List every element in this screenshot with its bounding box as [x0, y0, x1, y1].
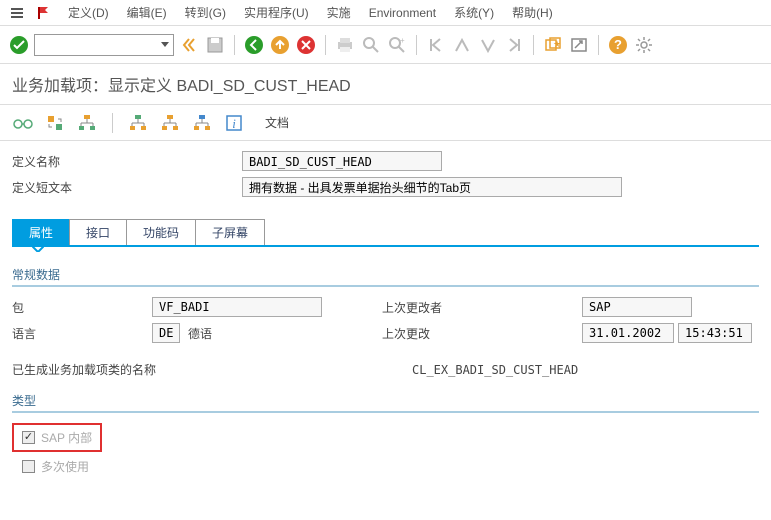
hierarchy1-icon[interactable] [76, 112, 98, 134]
tab-notch [32, 246, 44, 252]
tab-attributes[interactable]: 属性 [12, 219, 70, 245]
general-data-title: 常规数据 [12, 266, 759, 283]
changed-by-field: SAP [582, 297, 692, 317]
tab-interface[interactable]: 接口 [69, 219, 127, 245]
svg-text:+: + [400, 36, 405, 45]
multi-use-label: 多次使用 [41, 458, 89, 475]
gen-class-label: 已生成业务加载项类的名称 [12, 361, 412, 378]
tab-subscreens[interactable]: 子屏幕 [195, 219, 265, 245]
pkg-label: 包 [12, 299, 152, 316]
print-icon[interactable] [334, 34, 356, 56]
changed-by-label: 上次更改者 [382, 299, 582, 316]
def-name-label: 定义名称 [12, 153, 242, 170]
separator [416, 35, 417, 55]
secondary-toolbar: i 文档 [0, 105, 771, 141]
accept-icon[interactable] [8, 34, 30, 56]
menu-edit[interactable]: 编辑(E) [119, 2, 175, 23]
menu-utilities[interactable]: 实用程序(U) [236, 2, 317, 23]
svg-text:?: ? [614, 37, 622, 52]
save-icon[interactable] [204, 34, 226, 56]
separator [234, 35, 235, 55]
prev-page-icon[interactable] [451, 34, 473, 56]
changed-on-date-field: 31.01.2002 [582, 323, 674, 343]
sap-internal-checkbox [22, 431, 35, 444]
sap-internal-highlight: SAP 内部 [12, 423, 102, 452]
toggle-icon[interactable] [44, 112, 66, 134]
menu-goto[interactable]: 转到(G) [177, 2, 234, 23]
menu-environment[interactable]: Environment [361, 4, 444, 22]
lang-label: 语言 [12, 325, 152, 342]
group-line [12, 411, 759, 413]
separator [325, 35, 326, 55]
svg-text:i: i [232, 116, 236, 131]
cancel-icon[interactable] [295, 34, 317, 56]
changed-on-label: 上次更改 [382, 325, 582, 342]
sap-internal-label: SAP 内部 [41, 429, 92, 446]
next-page-icon[interactable] [477, 34, 499, 56]
tab-function-codes[interactable]: 功能码 [126, 219, 196, 245]
command-field[interactable] [34, 34, 174, 56]
back-double-icon[interactable] [178, 34, 200, 56]
help-icon[interactable]: ? [607, 34, 629, 56]
menu-help[interactable]: 帮助(H) [504, 2, 561, 23]
separator [112, 113, 113, 133]
hierarchy2-icon[interactable] [127, 112, 149, 134]
tab-underline [12, 245, 759, 247]
general-data-group: 常规数据 包 VF_BADI 上次更改者 SAP 语言 DE 德语 上次更改 3… [12, 266, 759, 378]
separator [598, 35, 599, 55]
flag-icon[interactable] [34, 4, 52, 22]
find-icon[interactable] [360, 34, 382, 56]
lang-code-field: DE [152, 323, 180, 343]
type-group: 类型 SAP 内部 多次使用 [12, 392, 759, 475]
separator [533, 35, 534, 55]
changed-on-time-field: 15:43:51 [678, 323, 752, 343]
info-icon[interactable]: i [223, 112, 245, 134]
gen-class-value: CL_EX_BADI_SD_CUST_HEAD [412, 363, 578, 377]
menu-define[interactable]: 定义(D) [60, 2, 117, 23]
form-area: 定义名称 BADI_SD_CUST_HEAD 定义短文本 拥有数据 - 出具发票… [0, 141, 771, 213]
new-session-icon[interactable]: ★ [542, 34, 564, 56]
menu-icon[interactable] [8, 4, 26, 22]
glasses-icon[interactable] [12, 112, 34, 134]
last-page-icon[interactable] [503, 34, 525, 56]
hierarchy4-icon[interactable] [191, 112, 213, 134]
tab-strip: 属性 接口 功能码 子屏幕 [12, 219, 759, 245]
def-short-label: 定义短文本 [12, 179, 242, 196]
back-icon[interactable] [243, 34, 265, 56]
pkg-field: VF_BADI [152, 297, 322, 317]
exit-icon[interactable] [269, 34, 291, 56]
group-line [12, 285, 759, 287]
main-toolbar: + ★ ? [0, 26, 771, 64]
menu-implement[interactable]: 实施 [319, 2, 359, 23]
hierarchy3-icon[interactable] [159, 112, 181, 134]
menu-system[interactable]: 系统(Y) [446, 2, 502, 23]
def-name-field: BADI_SD_CUST_HEAD [242, 151, 442, 171]
find-next-icon[interactable]: + [386, 34, 408, 56]
shortcut-icon[interactable] [568, 34, 590, 56]
multi-use-checkbox [22, 460, 35, 473]
page-title: 业务加载项：显示定义 BADI_SD_CUST_HEAD [0, 64, 771, 105]
lang-name-label: 德语 [188, 325, 212, 342]
type-title: 类型 [12, 392, 759, 409]
def-short-field: 拥有数据 - 出具发票单据抬头细节的Tab页 [242, 177, 622, 197]
svg-text:★: ★ [553, 39, 561, 49]
settings-icon[interactable] [633, 34, 655, 56]
documentation-label[interactable]: 文档 [265, 114, 289, 131]
first-page-icon[interactable] [425, 34, 447, 56]
menu-bar: 定义(D) 编辑(E) 转到(G) 实用程序(U) 实施 Environment… [0, 0, 771, 26]
